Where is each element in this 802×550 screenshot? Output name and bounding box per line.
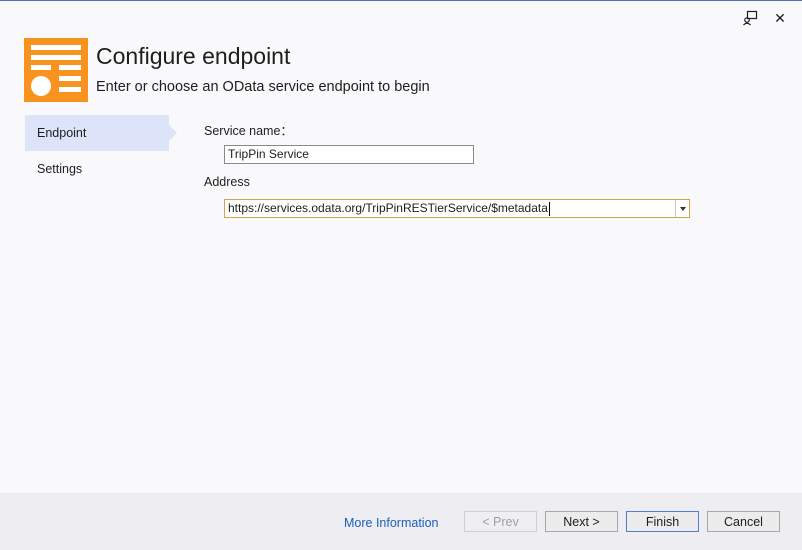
nav-item-settings[interactable]: Settings <box>25 151 169 187</box>
feedback-icon[interactable] <box>742 10 758 26</box>
next-button[interactable]: Next > <box>545 511 618 532</box>
page-header: Configure endpoint Enter or choose an OD… <box>24 38 430 102</box>
page-title: Configure endpoint <box>96 43 291 69</box>
chevron-down-icon[interactable] <box>675 200 689 217</box>
address-label: Address <box>204 175 250 189</box>
window-top-border <box>0 0 802 1</box>
text-caret <box>548 201 550 216</box>
address-combobox[interactable]: https://services.odata.org/TripPinRESTie… <box>224 199 690 218</box>
wizard-nav: Endpoint Settings <box>25 115 177 187</box>
service-name-label: Service name： <box>204 124 293 138</box>
odata-logo-icon <box>24 38 88 102</box>
close-icon[interactable]: ✕ <box>772 10 788 26</box>
address-input-text[interactable]: https://services.odata.org/TripPinRESTie… <box>228 201 548 215</box>
prev-button[interactable]: < Prev <box>464 511 537 532</box>
service-name-input[interactable]: TripPin Service <box>224 145 474 164</box>
wizard-footer: More Information < Prev Next > Finish Ca… <box>0 493 802 550</box>
more-information-link[interactable]: More Information <box>344 516 438 530</box>
titlebar-icons: ✕ <box>742 10 788 26</box>
cancel-button[interactable]: Cancel <box>707 511 780 532</box>
page-subtitle: Enter or choose an OData service endpoin… <box>96 79 430 95</box>
finish-button[interactable]: Finish <box>626 511 699 532</box>
nav-item-endpoint[interactable]: Endpoint <box>25 115 177 151</box>
